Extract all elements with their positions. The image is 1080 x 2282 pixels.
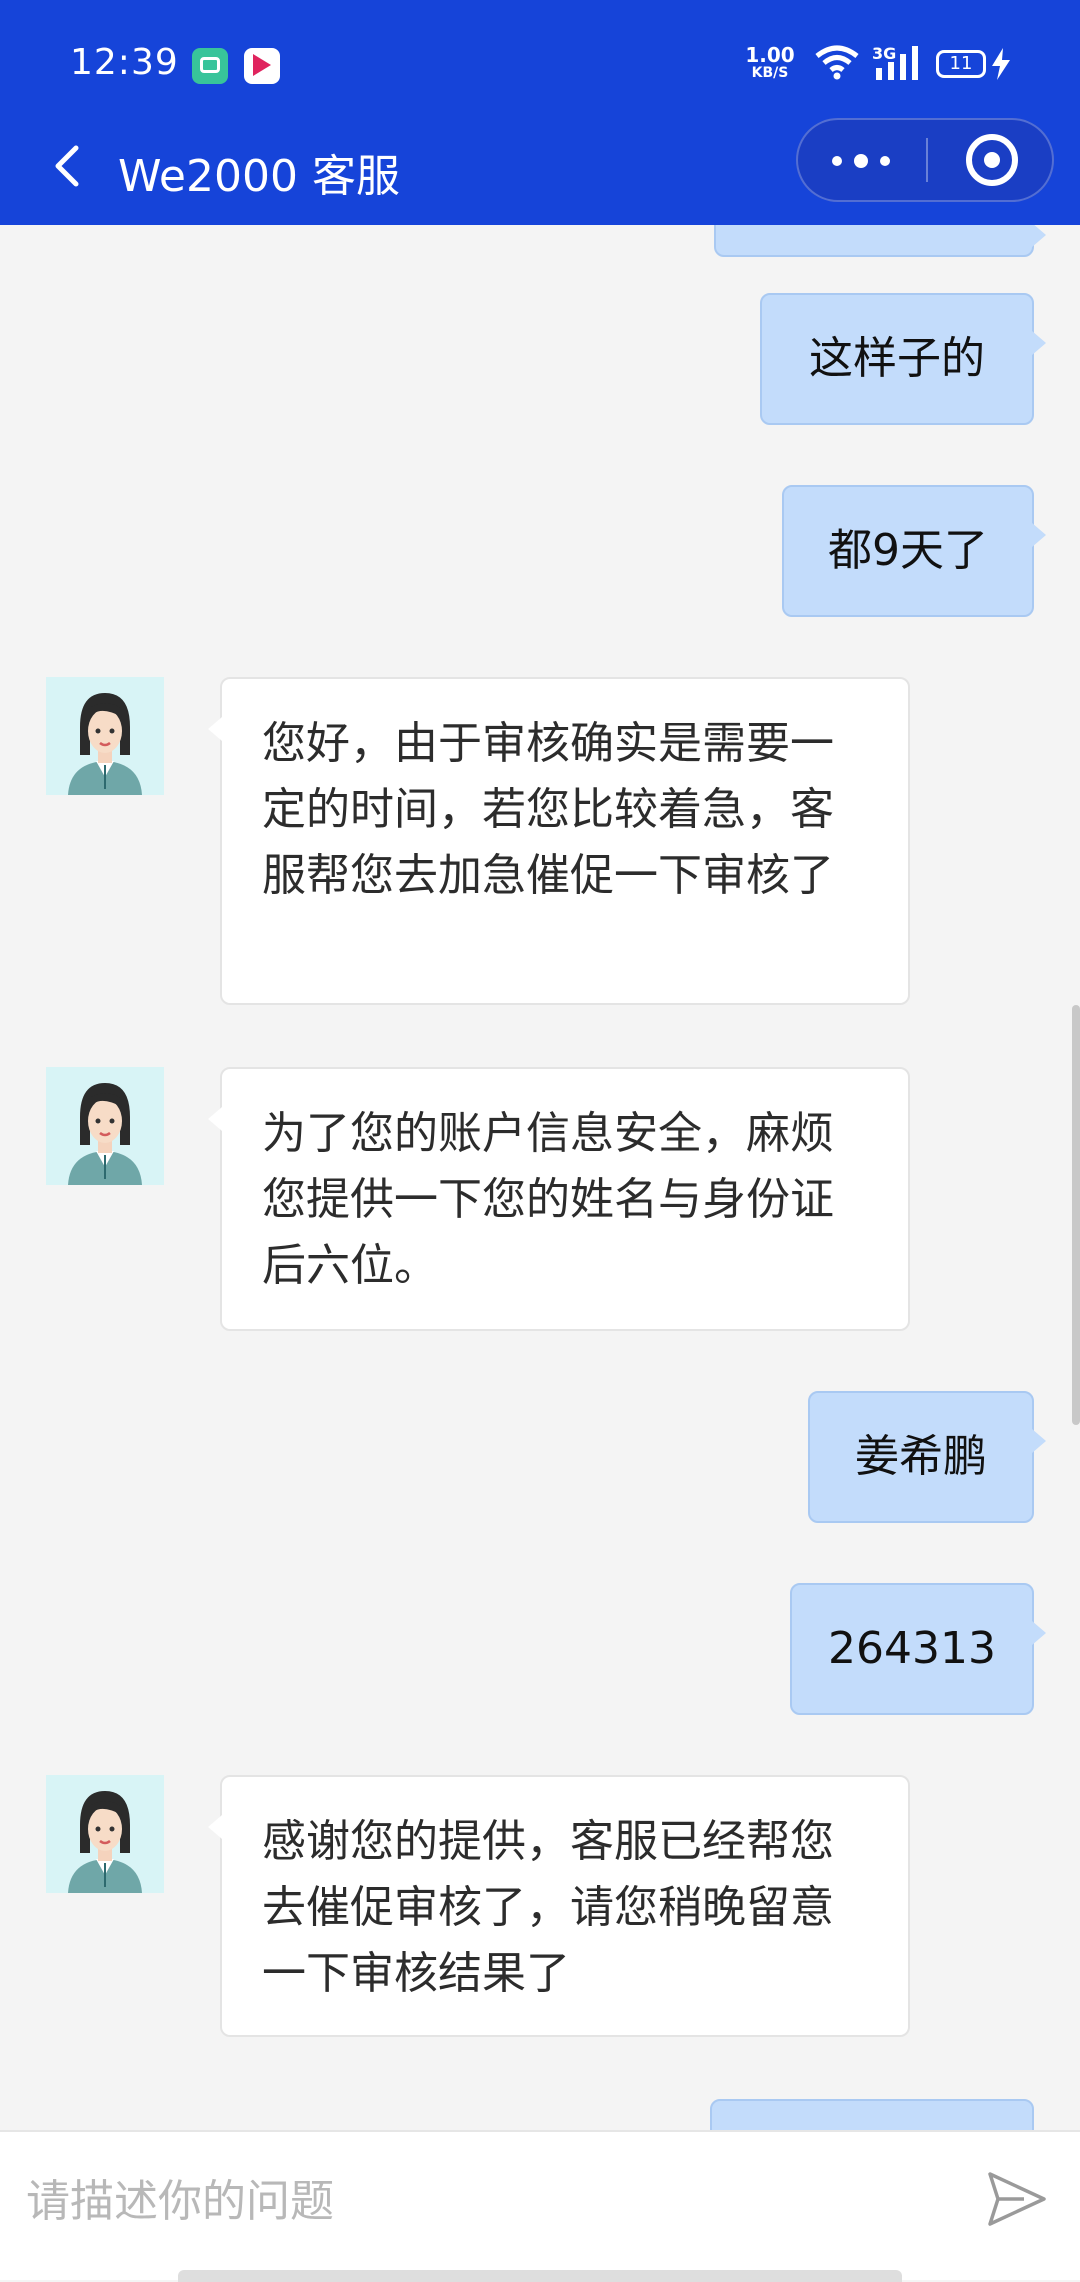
- scrollbar[interactable]: [1072, 1005, 1080, 1425]
- message-text: 264313: [828, 1623, 996, 1674]
- message-bubble-agent: 为了您的账户信息安全，麻烦您提供一下您的姓名与身份证后六位。: [208, 1067, 910, 1331]
- send-button[interactable]: [984, 2166, 1050, 2232]
- network-speed: 1.00 KB/S: [742, 45, 798, 82]
- wifi-icon: [815, 45, 859, 80]
- question-input[interactable]: [24, 2160, 948, 2242]
- chat-area[interactable]: 这样子的 都9天了 您好，由于审核确实是需要一定的时间，若您比较着急，客服帮您去…: [0, 225, 1080, 2130]
- agent-avatar: [46, 1067, 164, 1185]
- charging-icon: [992, 48, 1010, 80]
- more-button[interactable]: [798, 120, 926, 200]
- more-dot-right: [880, 156, 890, 166]
- status-time: 12:39: [70, 42, 179, 83]
- back-button[interactable]: [40, 136, 100, 196]
- message-text: 为了您的账户信息安全，麻烦您提供一下您的姓名与身份证后六位。: [262, 1108, 834, 1291]
- agent-avatar-image: [46, 1775, 164, 1893]
- target-close-icon-center: [984, 152, 1000, 168]
- message-bubble-user: 264313: [790, 1583, 1046, 1715]
- more-dot-center: [854, 154, 868, 168]
- mini-program-capsule: [796, 118, 1054, 202]
- status-bar: 12:39 1.00 KB/S 3G 11: [0, 0, 1080, 130]
- input-bar: [0, 2130, 1080, 2282]
- page-title: We2000 客服: [118, 151, 400, 202]
- more-dots-icon: [832, 156, 842, 166]
- message-text: 都9天了: [828, 525, 988, 576]
- message-bubble-agent: 您好，由于审核确实是需要一定的时间，若您比较着急，客服帮您去加急催促一下审核了: [208, 677, 910, 1005]
- agent-avatar-image: [46, 677, 164, 795]
- message-bubble-agent: 感谢您的提供，客服已经帮您去催促审核了，请您稍晚留意一下审核结果了: [208, 1775, 910, 2037]
- message-text: 这样子的: [809, 333, 985, 384]
- battery-icon: 11: [936, 50, 986, 78]
- signal-icon: [876, 46, 918, 80]
- message-text: 您好，由于审核确实是需要一定的时间，若您比较着急，客服帮您去加急催促一下审核了: [262, 718, 834, 901]
- home-indicator: [178, 2270, 902, 2282]
- app-header: 12:39 1.00 KB/S 3G 11 We2000 客服: [0, 0, 1080, 225]
- title-bar: We2000 客服: [0, 118, 1080, 223]
- video-app-icon: [244, 48, 280, 84]
- message-bubble-user: 姜希鹏: [808, 1391, 1046, 1523]
- battery-level: 11: [949, 53, 973, 74]
- partial-message-top: [714, 225, 1046, 257]
- agent-avatar: [46, 1775, 164, 1893]
- close-mini-program-button[interactable]: [928, 120, 1054, 200]
- partial-message-bottom: [710, 2099, 1034, 2130]
- message-bubble-user: 都9天了: [782, 485, 1046, 617]
- message-bubble-user: 这样子的: [760, 293, 1046, 425]
- agent-avatar: [46, 677, 164, 795]
- message-app-icon: [192, 48, 228, 84]
- message-text: 感谢您的提供，客服已经帮您去催促审核了，请您稍晚留意一下审核结果了: [262, 1816, 834, 1999]
- agent-avatar-image: [46, 1067, 164, 1185]
- message-text: 姜希鹏: [855, 1431, 987, 1482]
